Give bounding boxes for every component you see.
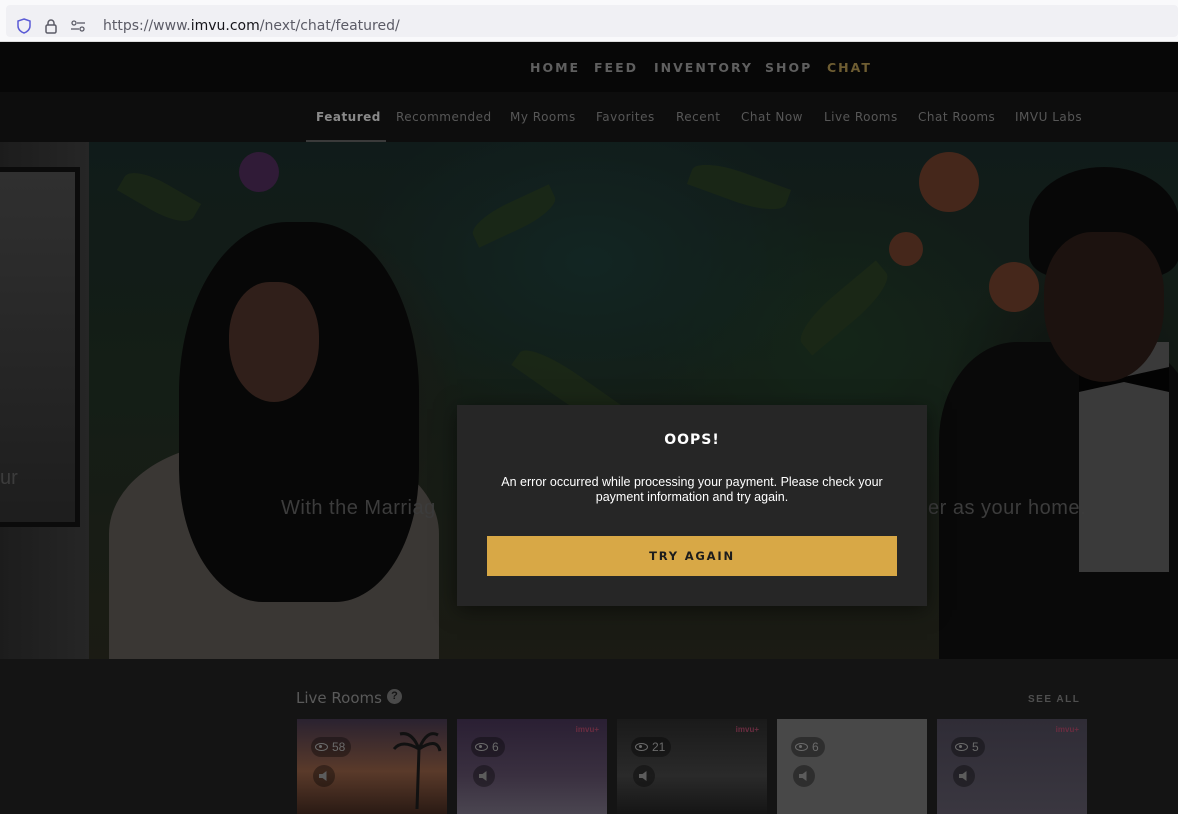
tab-favorites[interactable]: Favorites	[596, 110, 655, 124]
tab-chat-rooms[interactable]: Chat Rooms	[918, 110, 995, 124]
viewer-count: 5	[951, 737, 985, 757]
live-rooms-title: Live Rooms	[296, 689, 382, 707]
chat-sub-nav: Featured Recommended My Rooms Favorites …	[0, 92, 1178, 142]
nav-home[interactable]: HOME	[530, 60, 580, 75]
shield-icon[interactable]	[16, 18, 32, 34]
lock-icon[interactable]	[43, 18, 59, 34]
live-room-card[interactable]: imvu+ 6	[457, 719, 607, 814]
viewer-count: 21	[631, 737, 672, 757]
imvu-plus-badge: imvu+	[1055, 725, 1079, 734]
eye-icon	[475, 743, 488, 751]
dialog-message: An error occurred while processing your …	[501, 475, 883, 504]
try-again-button[interactable]: TRY AGAIN	[487, 536, 897, 576]
speaker-icon[interactable]	[793, 765, 815, 787]
eye-icon	[795, 743, 808, 751]
live-room-card[interactable]: 58	[297, 719, 447, 814]
error-dialog: OOPS! An error occurred while processing…	[457, 405, 927, 606]
tab-chat-now[interactable]: Chat Now	[741, 110, 803, 124]
eye-icon	[315, 743, 328, 751]
speaker-icon[interactable]	[473, 765, 495, 787]
viewer-count: 6	[471, 737, 505, 757]
speaker-icon[interactable]	[953, 765, 975, 787]
tab-my-rooms[interactable]: My Rooms	[510, 110, 576, 124]
help-icon[interactable]: ?	[387, 689, 402, 704]
speaker-icon[interactable]	[313, 765, 335, 787]
viewer-count: 6	[791, 737, 825, 757]
palm-tree-icon	[392, 732, 442, 809]
permissions-icon[interactable]	[70, 18, 86, 34]
eye-icon	[635, 743, 648, 751]
tab-imvu-labs[interactable]: IMVU Labs	[1015, 110, 1082, 124]
top-nav: HOME FEED INVENTORY SHOP CHAT	[0, 42, 1178, 92]
live-room-card[interactable]: imvu+ 5	[937, 719, 1087, 814]
address-bar[interactable]: https://www.imvu.com/next/chat/featured/	[6, 5, 1178, 37]
nav-feed[interactable]: FEED	[594, 60, 638, 75]
nav-chat[interactable]: CHAT	[827, 60, 872, 75]
nav-shop[interactable]: SHOP	[765, 60, 812, 75]
imvu-plus-badge: imvu+	[575, 725, 599, 734]
imvu-plus-badge: imvu+	[735, 725, 759, 734]
eye-icon	[955, 743, 968, 751]
live-room-card[interactable]: imvu+ 21	[617, 719, 767, 814]
tab-recent[interactable]: Recent	[676, 110, 720, 124]
browser-toolbar: https://www.imvu.com/next/chat/featured/	[0, 0, 1178, 42]
tab-recommended[interactable]: Recommended	[396, 110, 492, 124]
tab-live-rooms[interactable]: Live Rooms	[824, 110, 898, 124]
viewer-count: 58	[311, 737, 352, 757]
live-room-card[interactable]: 6	[777, 719, 927, 814]
dialog-title: OOPS!	[664, 432, 720, 448]
nav-inventory[interactable]: INVENTORY	[654, 60, 753, 75]
tab-featured[interactable]: Featured	[316, 110, 381, 124]
see-all-link[interactable]: SEE ALL	[1028, 694, 1080, 705]
speaker-icon[interactable]	[633, 765, 655, 787]
url-text[interactable]: https://www.imvu.com/next/chat/featured/	[103, 18, 400, 34]
